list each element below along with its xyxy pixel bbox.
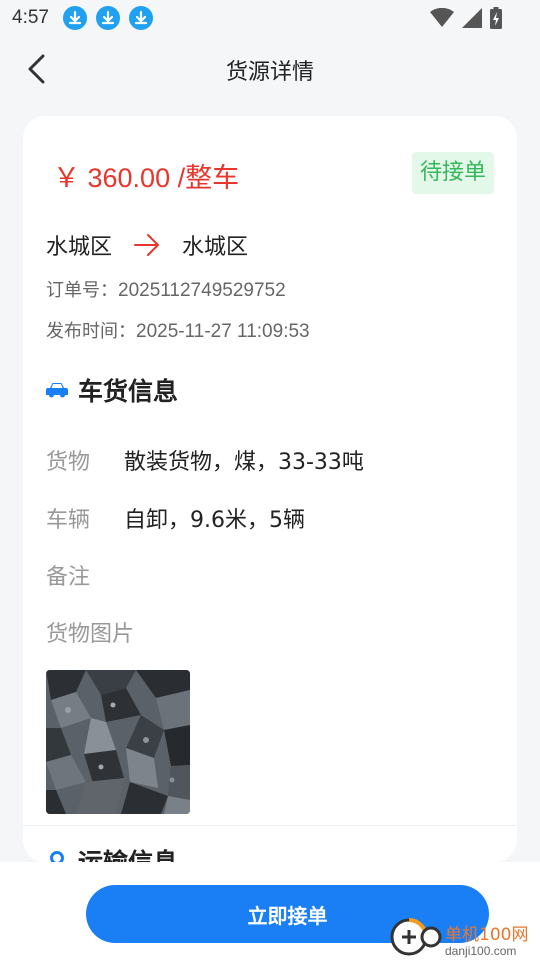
signal-icon bbox=[462, 8, 482, 28]
freight-price: ￥ 360.00 /整车 bbox=[53, 163, 240, 193]
arrow-right-icon bbox=[134, 234, 160, 256]
watermark-url: danji100.com bbox=[445, 944, 517, 958]
route: 水城区 水城区 bbox=[46, 228, 248, 262]
cargo-photo[interactable] bbox=[46, 670, 190, 814]
cargo-value: 散装货物，煤，33-33吨 bbox=[124, 450, 364, 475]
section-divider bbox=[23, 825, 517, 826]
vehicle-value: 自卸，9.6米，5辆 bbox=[124, 508, 305, 533]
page-title: 货源详情 bbox=[225, 60, 314, 85]
cargo-section-label: 车货信息 bbox=[78, 377, 179, 406]
status-indicators bbox=[430, 7, 502, 29]
order-number-label: 订单号： bbox=[46, 280, 118, 301]
nav-bar: 货源详情 bbox=[0, 36, 540, 102]
cargo-label: 货物 bbox=[46, 450, 91, 475]
origin-city: 水城区 bbox=[46, 235, 113, 260]
download-icon bbox=[95, 6, 120, 30]
vehicle-row: 车辆 自卸，9.6米，5辆 bbox=[46, 502, 305, 534]
status-time: 4:57 bbox=[12, 7, 49, 28]
watermark: 单机100网 danji100.com bbox=[387, 915, 537, 959]
wifi-icon bbox=[430, 8, 454, 27]
transport-section-title: 运输信息 bbox=[46, 843, 178, 862]
download-icon bbox=[62, 6, 87, 30]
order-number: 2025112749529752 bbox=[118, 280, 286, 301]
remark-row: 备注 bbox=[46, 559, 124, 591]
cargo-section-title: 车货信息 bbox=[46, 372, 178, 408]
remark-label: 备注 bbox=[46, 565, 91, 590]
cargo-photo-row: 货物图片 bbox=[46, 616, 134, 648]
battery-icon bbox=[490, 7, 502, 29]
destination-city: 水城区 bbox=[182, 235, 249, 260]
watermark-brand: 单机100网 bbox=[445, 925, 529, 945]
publish-time: 2025-11-27 11:09:53 bbox=[136, 321, 310, 342]
vehicle-label: 车辆 bbox=[46, 508, 91, 533]
status-badge: 待接单 bbox=[411, 152, 494, 194]
status-bar: 4:57 bbox=[0, 0, 540, 36]
order-number-row: 订单号：2025112749529752 bbox=[46, 276, 286, 302]
car-icon bbox=[46, 383, 68, 398]
transport-section-label: 运输信息 bbox=[78, 843, 178, 862]
order-detail-card: ￥ 360.00 /整车 待接单 水城区 水城区 订单号：20251127495… bbox=[23, 116, 517, 862]
publish-time-label: 发布时间： bbox=[46, 321, 136, 342]
download-icon bbox=[128, 6, 153, 30]
cargo-row: 货物 散装货物，煤，33-33吨 bbox=[46, 444, 364, 476]
location-icon bbox=[50, 851, 64, 862]
watermark-logo-icon bbox=[390, 918, 442, 956]
cargo-photo-label: 货物图片 bbox=[46, 622, 135, 647]
publish-time-row: 发布时间：2025-11-27 11:09:53 bbox=[46, 317, 310, 343]
